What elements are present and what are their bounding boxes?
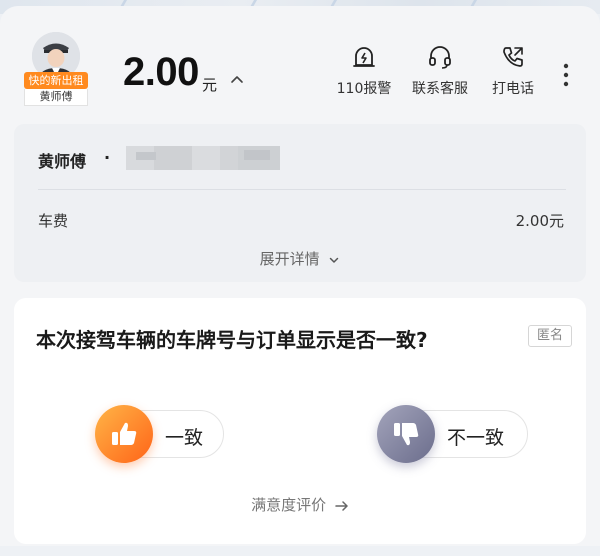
thumbs-down-icon	[394, 423, 419, 446]
thumbs-down-badge	[377, 405, 435, 463]
match-no-label: 不一致	[447, 427, 505, 449]
name-separator: ·	[104, 148, 111, 167]
fee-value: 2.00元	[515, 212, 564, 230]
alarm-110-button[interactable]: 110报警	[324, 44, 404, 98]
driver-name: 黄师傅	[38, 152, 87, 171]
contact-support-button[interactable]: 联系客服	[400, 44, 480, 98]
alarm-110-label: 110报警	[336, 81, 392, 97]
driver-avatar-block[interactable]: 快的新出租 黄师傅	[22, 32, 88, 114]
expand-details-label: 展开详情	[259, 250, 320, 268]
chevron-up-icon[interactable]	[229, 72, 245, 88]
satisfaction-label: 满意度评价	[251, 496, 327, 514]
call-driver-label: 打电话	[492, 81, 534, 97]
chevron-down-icon	[330, 257, 339, 263]
fee-label: 车费	[38, 212, 69, 230]
order-sheet: 快的新出租 黄师傅 2.00 元 110报警 联系客服 打电话 黄师傅 · 车费…	[0, 6, 600, 556]
more-options-icon[interactable]	[558, 60, 574, 90]
plate-verification-card: 本次接驾车辆的车牌号与订单显示是否一致? 匿名 一致 不一致 满意度评价	[14, 298, 586, 544]
satisfaction-rating-link[interactable]: 满意度评价	[14, 494, 586, 515]
match-no-button[interactable]: 不一致	[377, 405, 528, 463]
phone-icon	[503, 47, 523, 67]
contact-support-label: 联系客服	[412, 81, 468, 97]
trip-info-card: 黄师傅 · 车费 2.00元 展开详情	[14, 124, 586, 282]
call-driver-button[interactable]: 打电话	[473, 44, 553, 98]
thumbs-up-icon	[112, 422, 137, 445]
arrow-right-icon	[335, 500, 348, 511]
taxi-badge: 快的新出租	[24, 72, 88, 89]
divider	[38, 189, 566, 190]
bottom-spacer	[0, 546, 600, 556]
match-yes-label: 一致	[165, 427, 204, 449]
match-yes-button[interactable]: 一致	[95, 405, 224, 463]
order-header: 快的新出租 黄师傅 2.00 元 110报警 联系客服 打电话	[0, 6, 600, 122]
fare-amount: 2.00	[123, 50, 199, 94]
driver-name-tag: 黄师傅	[24, 89, 88, 106]
thumbs-up-badge	[95, 405, 153, 463]
verification-question: 本次接驾车辆的车牌号与订单显示是否一致?	[36, 328, 428, 352]
headset-icon	[429, 46, 451, 69]
expand-details-link[interactable]: 展开详情	[14, 248, 586, 269]
alarm-icon	[353, 47, 375, 67]
anonymous-tag: 匿名	[528, 325, 572, 347]
license-plate-redacted	[126, 146, 280, 170]
fare-unit: 元	[202, 76, 218, 94]
